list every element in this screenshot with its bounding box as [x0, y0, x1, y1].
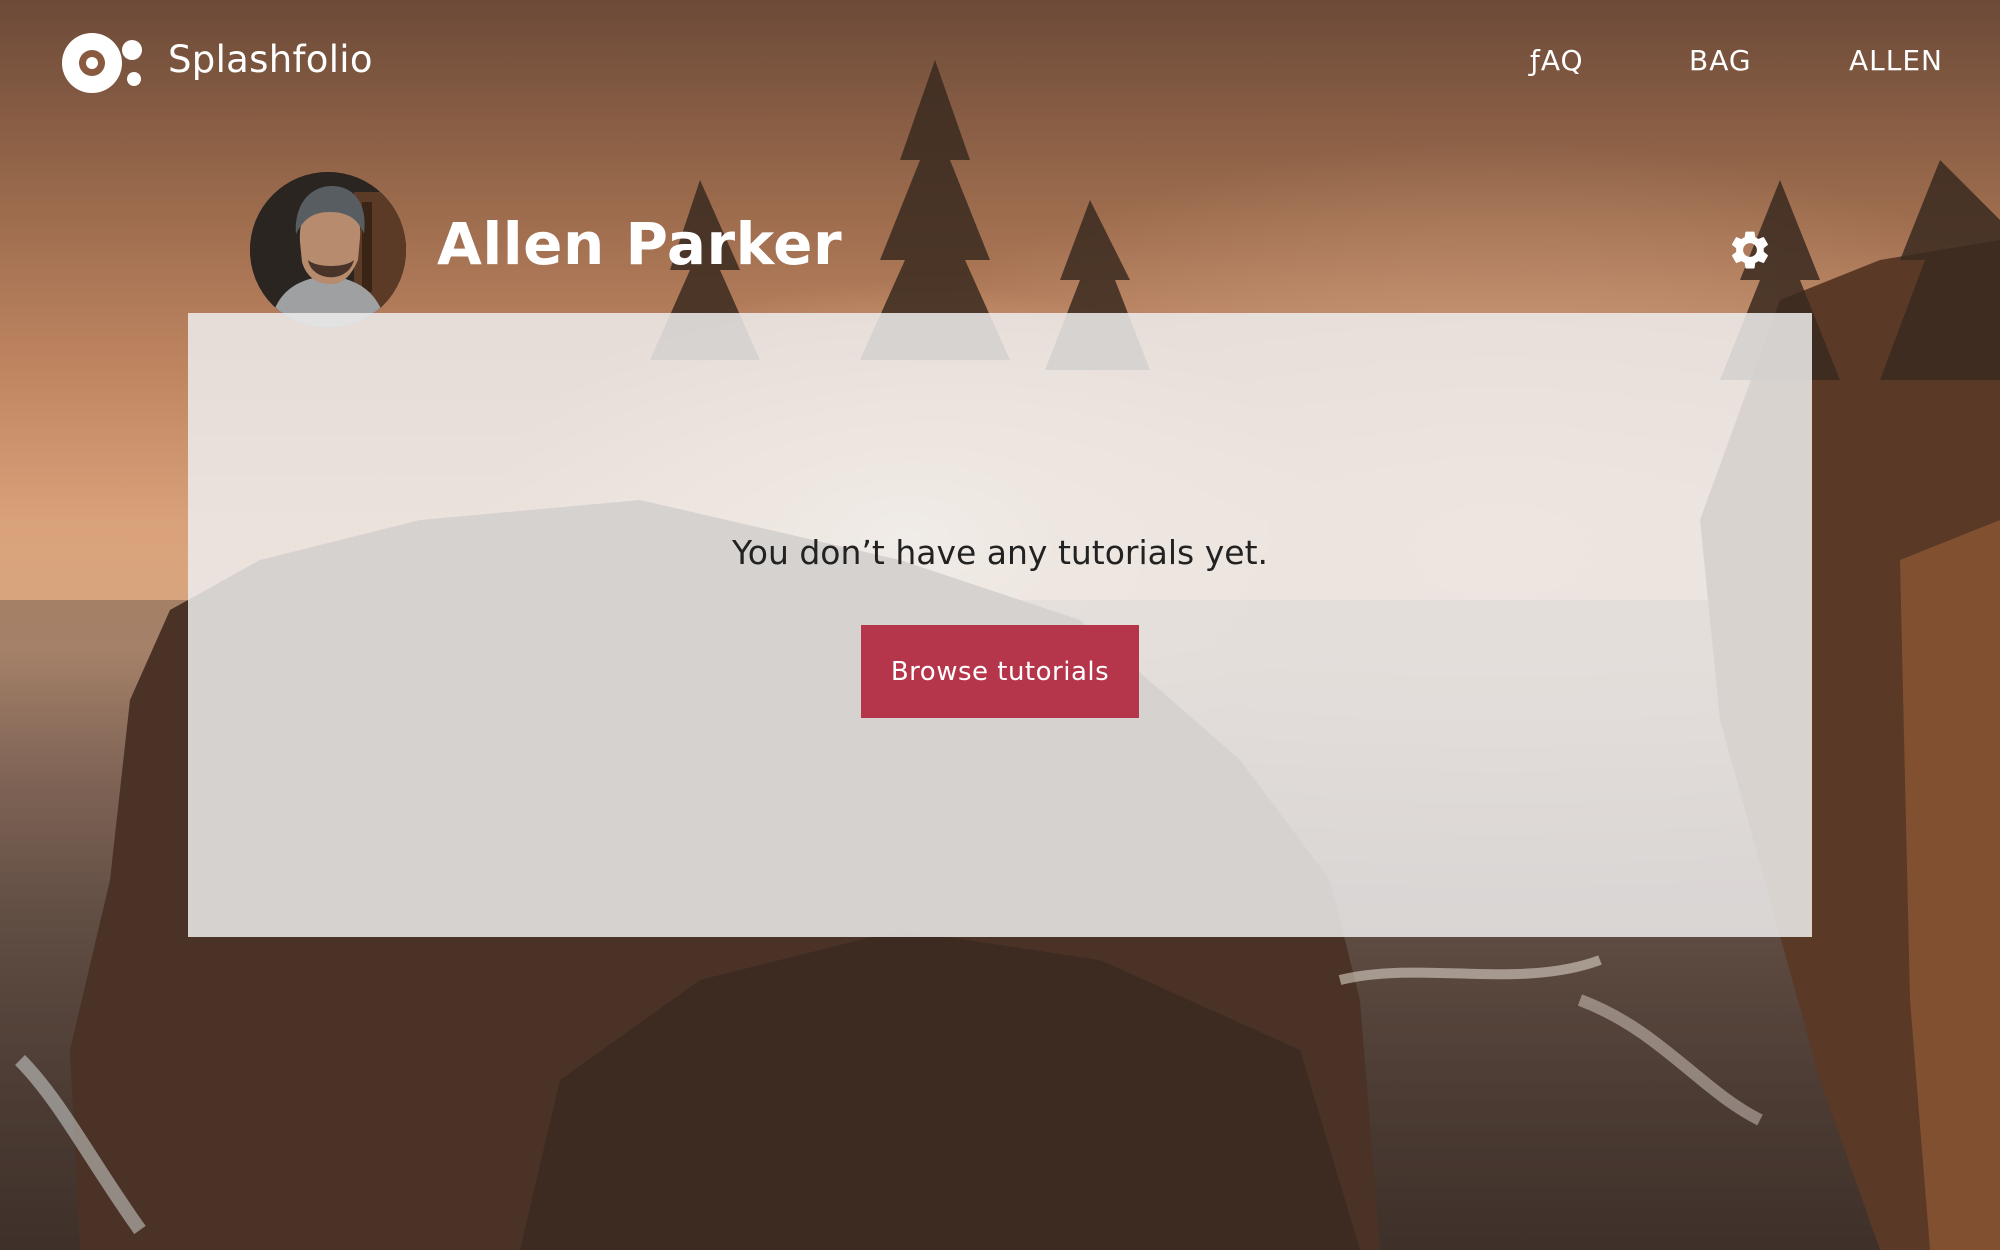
- nav-link-user-menu[interactable]: ALLEN: [1849, 44, 1943, 77]
- brand-name[interactable]: Splashfolio: [168, 38, 373, 81]
- top-navigation-bar: Splashfolio ƒAQ BAG ALLEN: [0, 0, 2000, 130]
- tutorials-panel: You don’t have any tutorials yet. Browse…: [188, 313, 1812, 937]
- avatar[interactable]: [250, 172, 406, 328]
- profile-name: Allen Parker: [437, 210, 843, 278]
- nav-link-bag[interactable]: BAG: [1689, 44, 1752, 77]
- gear-icon[interactable]: [1727, 227, 1773, 273]
- empty-state-message: You don’t have any tutorials yet.: [731, 533, 1268, 572]
- nav-link-faq[interactable]: ƒAQ: [1530, 44, 1584, 77]
- splashfolio-logo-icon[interactable]: [62, 32, 154, 94]
- user-avatar-photo-icon: [250, 172, 406, 328]
- browse-tutorials-button[interactable]: Browse tutorials: [861, 625, 1139, 718]
